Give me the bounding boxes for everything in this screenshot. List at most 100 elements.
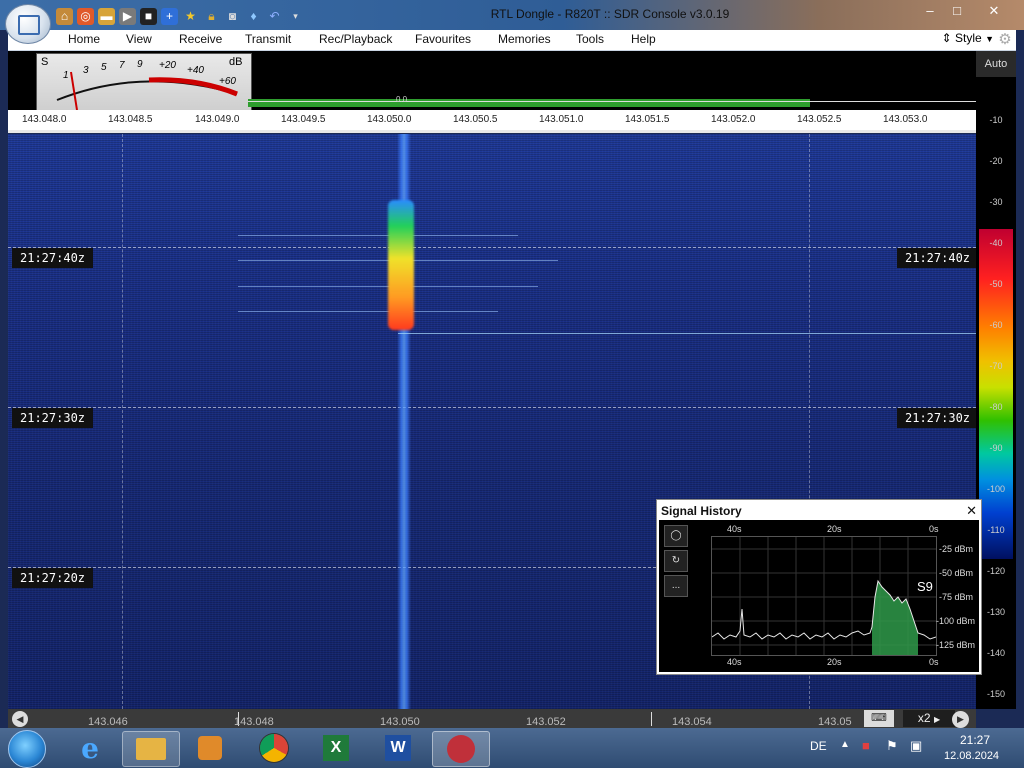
undo-icon[interactable]: ↶ <box>266 8 283 25</box>
play-icon[interactable]: ▶ <box>119 7 136 25</box>
freq-tick: 143.048.0 <box>22 114 67 125</box>
spectrum-readout: 0.0 <box>396 95 408 104</box>
tab-home[interactable]: Home <box>68 32 100 46</box>
tab-help[interactable]: Help <box>631 32 656 46</box>
window-title: RTL Dongle - R820T :: SDR Console v3.0.1… <box>490 7 730 21</box>
app-logo-icon <box>18 15 40 35</box>
grid-line-horizontal <box>8 247 976 248</box>
db-label: -30 <box>989 197 1003 207</box>
lifebuoy-icon[interactable]: ◎ <box>77 7 94 25</box>
close-button[interactable]: ✕ <box>978 2 1010 20</box>
home-icon[interactable]: ⌂ <box>56 7 73 25</box>
db-label: -10 <box>989 115 1003 125</box>
tab-view[interactable]: View <box>126 32 152 46</box>
taskbar-internet-explorer[interactable]: e <box>62 731 118 765</box>
scroll-right-button[interactable]: ▶ <box>952 711 969 728</box>
taskbar-chrome[interactable] <box>246 731 302 765</box>
bottom-freq: 143.054 <box>672 716 712 728</box>
taskbar: e X W DE ▲ ■ ⚑ ▣ 21:27 12.08.2024 <box>0 728 1024 768</box>
zoom-selector[interactable]: x2 ▶ <box>903 710 955 727</box>
tab-transmit[interactable]: Transmit <box>245 32 291 46</box>
folder-icon[interactable]: ▬ <box>98 7 115 25</box>
db-label: -20 <box>989 156 1003 166</box>
signal-streak <box>238 235 518 236</box>
freq-tick: 143.051.5 <box>625 114 670 125</box>
scroll-thumb[interactable] <box>238 712 652 726</box>
tab-tools[interactable]: Tools <box>576 32 604 46</box>
circle-icon: ◯ <box>670 530 682 541</box>
signal-streak <box>398 333 976 334</box>
taskbar-file-explorer[interactable] <box>122 731 180 767</box>
taskbar-word[interactable]: W <box>370 731 426 765</box>
favourite-star-icon[interactable]: ★ <box>182 8 199 25</box>
style-dropdown[interactable]: ⇕ Style ▼ <box>942 31 994 45</box>
tab-receive[interactable]: Receive <box>179 32 222 46</box>
application-menu-button[interactable] <box>5 4 51 44</box>
freq-tick: 143.052.5 <box>797 114 842 125</box>
db-label: -90 <box>989 443 1003 453</box>
freq-tick: 143.052.0 <box>711 114 756 125</box>
history-mode-button[interactable]: ◯ <box>664 525 688 547</box>
tab-rec-playback[interactable]: Rec/Playback <box>319 32 392 46</box>
zoom-label: x2 <box>917 711 931 725</box>
sdr-console-icon <box>447 735 475 763</box>
close-icon[interactable]: ✕ <box>966 503 977 519</box>
excel-icon: X <box>323 735 349 761</box>
db-label: -60 <box>989 320 1003 330</box>
s-meter: S dB 1 3 5 7 9 +20 +40 +60 <box>36 53 252 111</box>
db-label: -150 <box>986 689 1005 699</box>
start-button[interactable] <box>8 730 46 768</box>
taskbar-sdr-console[interactable] <box>432 731 490 767</box>
tray-app-icon[interactable]: ■ <box>862 738 870 753</box>
dbm-label: -75 dBm <box>939 592 974 602</box>
chrome-icon <box>260 734 288 762</box>
quick-access-toolbar: ⌂ ◎ ▬ ▶ ■ + ★ 🔒︎ ◙ ♦ ↶ ▾ <box>56 6 304 26</box>
s-mark: +20 <box>159 60 176 71</box>
s-meter-db-label: dB <box>229 56 243 68</box>
freq-tick: 143.051.0 <box>539 114 584 125</box>
db-label: -120 <box>986 566 1005 576</box>
lock-icon[interactable]: 🔒︎ <box>203 8 220 25</box>
settings-gear-icon[interactable]: ⚙ <box>994 30 1016 50</box>
keyboard-icon[interactable]: ⌨ <box>864 710 894 727</box>
signal-history-panel: Signal History ✕ ◯ ↻ ... 40s 20s 0s S9 -… <box>656 499 982 675</box>
spectrum-strip[interactable]: S dB 1 3 5 7 9 +20 +40 +60 0.0 <box>8 51 976 111</box>
taskbar-media-player[interactable] <box>182 731 238 765</box>
drop-icon[interactable]: ♦ <box>245 8 262 25</box>
tab-memories[interactable]: Memories <box>498 32 551 46</box>
qat-dropdown-icon[interactable]: ▾ <box>287 8 304 25</box>
timestamp-label: 21:27:40z <box>897 248 976 268</box>
db-label: -140 <box>986 648 1005 658</box>
freq-tick: 143.050.5 <box>453 114 498 125</box>
scroll-left-button[interactable]: ◀ <box>12 711 28 727</box>
splitter-handle[interactable] <box>8 130 976 133</box>
bottom-freq: 143.046 <box>88 716 128 728</box>
minimize-button[interactable]: – <box>917 2 943 20</box>
flag-icon[interactable]: ⚑ <box>886 738 898 754</box>
media-player-icon <box>198 736 222 760</box>
tab-favourites[interactable]: Favourites <box>415 32 471 46</box>
show-hidden-icons-icon[interactable]: ▲ <box>840 739 850 750</box>
auto-button[interactable]: Auto <box>976 51 1016 77</box>
s-mark: 3 <box>83 65 89 76</box>
maximize-button[interactable]: □ <box>944 2 970 20</box>
frequency-scrollbar[interactable]: ◀ 143.046 143.048 143.050 143.052 143.05… <box>8 709 976 728</box>
clock-time[interactable]: 21:27 <box>960 733 990 747</box>
add-icon[interactable]: + <box>161 7 178 25</box>
language-indicator[interactable]: DE <box>810 739 827 753</box>
stop-icon[interactable]: ■ <box>140 7 157 25</box>
dbm-label: -50 dBm <box>939 568 974 578</box>
clock-date[interactable]: 12.08.2024 <box>944 750 999 762</box>
dbm-label: -125 dBm <box>936 640 976 650</box>
camera-icon[interactable]: ◙ <box>224 8 241 25</box>
s-mark: 1 <box>63 70 69 81</box>
signal-streak <box>238 311 498 312</box>
style-arrows-icon: ⇕ <box>941 31 952 45</box>
taskbar-excel[interactable]: X <box>308 731 364 765</box>
history-more-button[interactable]: ... <box>664 575 688 597</box>
db-label: -40 <box>989 238 1003 248</box>
network-icon[interactable]: ▣ <box>910 738 922 754</box>
s-mark: +60 <box>219 76 236 87</box>
frequency-scale[interactable]: 143.048.0 143.048.5 143.049.0 143.049.5 … <box>8 110 976 130</box>
history-reset-button[interactable]: ↻ <box>664 550 688 572</box>
